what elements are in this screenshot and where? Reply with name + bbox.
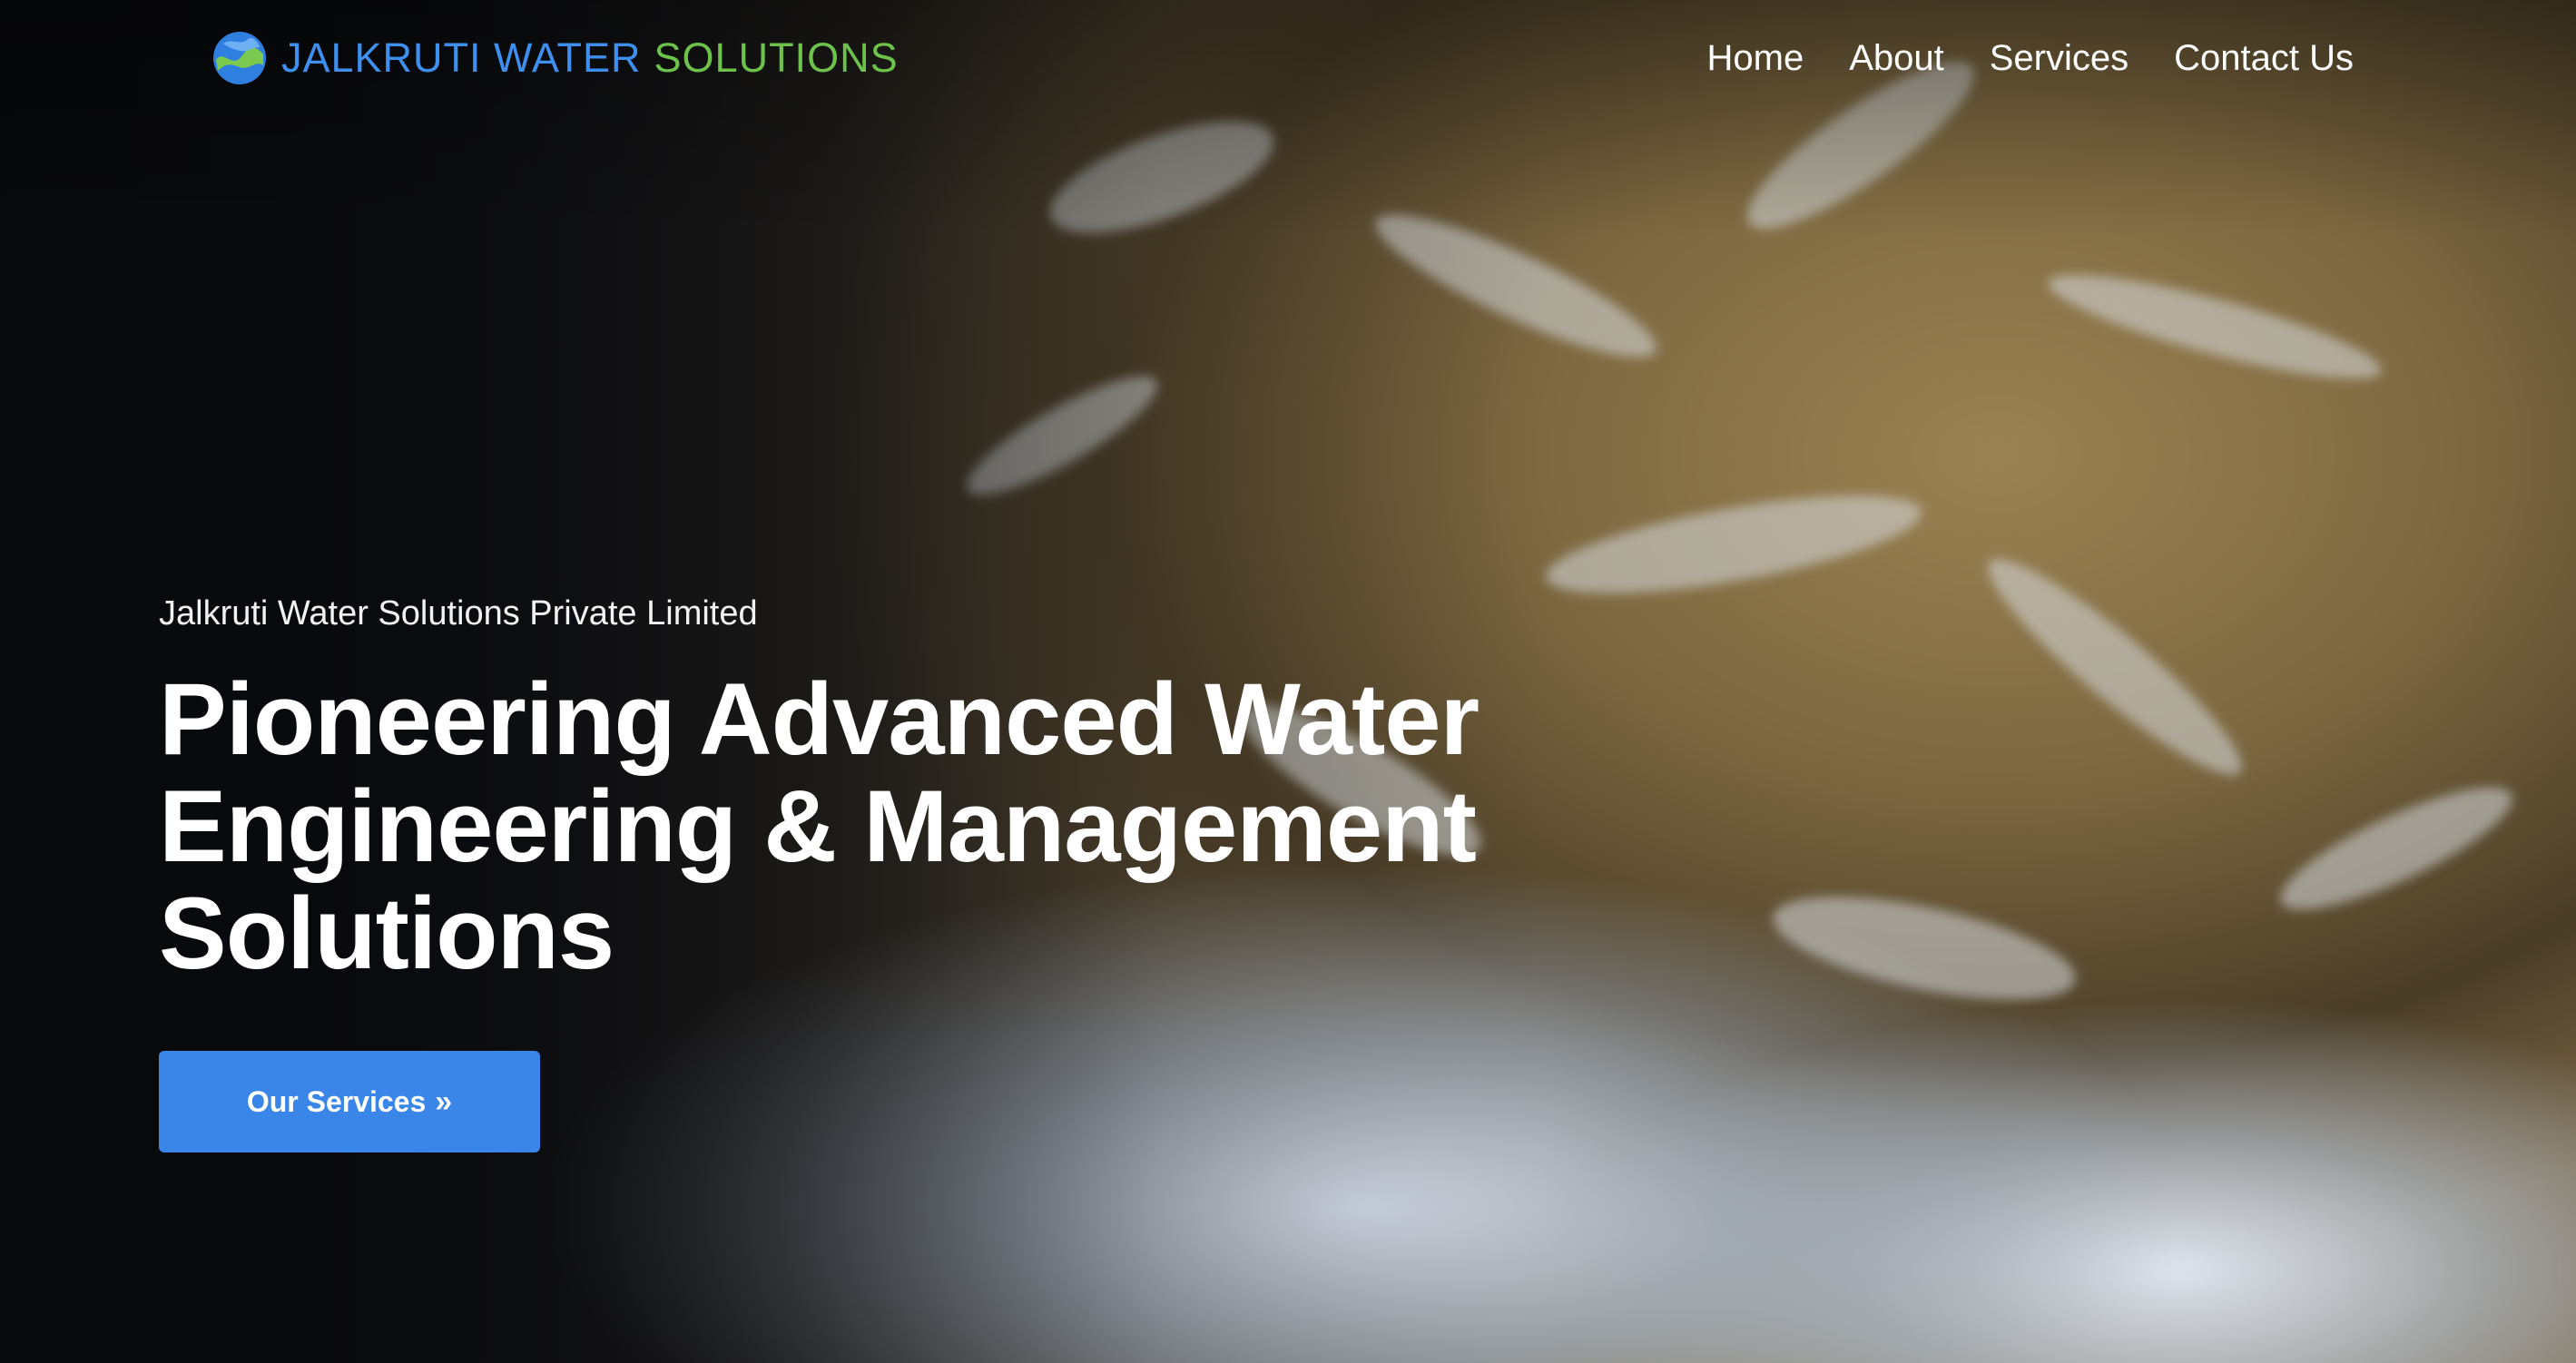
foam-streak: [1037, 98, 1287, 256]
main-navigation: Home About Services Contact Us: [1707, 38, 2354, 79]
foam-streak: [1539, 476, 1928, 613]
foam-streak: [2040, 255, 2389, 398]
foam-streak: [2267, 766, 2525, 931]
foam-streak: [1765, 876, 2084, 1021]
brand-name: JALKRUTI WATER SOLUTIONS: [281, 34, 899, 82]
double-chevron-right-icon: »: [435, 1084, 453, 1119]
nav-about-link[interactable]: About: [1849, 38, 1944, 79]
brand-name-part1: JALKRUTI WATER: [281, 34, 642, 81]
our-services-button[interactable]: Our Services »: [159, 1051, 540, 1152]
hero-heading-line-2: Engineering & Management: [159, 770, 1477, 883]
foam-streak: [1362, 191, 1669, 380]
hero-heading: Pioneering Advanced Water Engineering & …: [159, 666, 1520, 987]
nav-services-link[interactable]: Services: [1990, 38, 2129, 79]
nav-contact-link[interactable]: Contact Us: [2174, 38, 2354, 79]
site-header: JALKRUTI WATER SOLUTIONS Home About Servi…: [0, 0, 2576, 116]
brand-home-link[interactable]: JALKRUTI WATER SOLUTIONS: [211, 29, 899, 87]
nav-home-link[interactable]: Home: [1707, 38, 1804, 79]
foam-streak: [1969, 537, 2261, 797]
foam-streak: [954, 358, 1170, 514]
hero-content: Jalkruti Water Solutions Private Limited…: [159, 594, 1520, 1152]
brand-name-part2: SOLUTIONS: [654, 34, 899, 81]
water-wave-logo-icon: [213, 32, 266, 84]
our-services-button-label: Our Services: [246, 1084, 427, 1118]
hero-company-name: Jalkruti Water Solutions Private Limited: [159, 594, 758, 632]
hero-heading-line-3: Solutions: [159, 877, 615, 990]
hero-heading-line-1: Pioneering Advanced Water: [159, 662, 1480, 776]
